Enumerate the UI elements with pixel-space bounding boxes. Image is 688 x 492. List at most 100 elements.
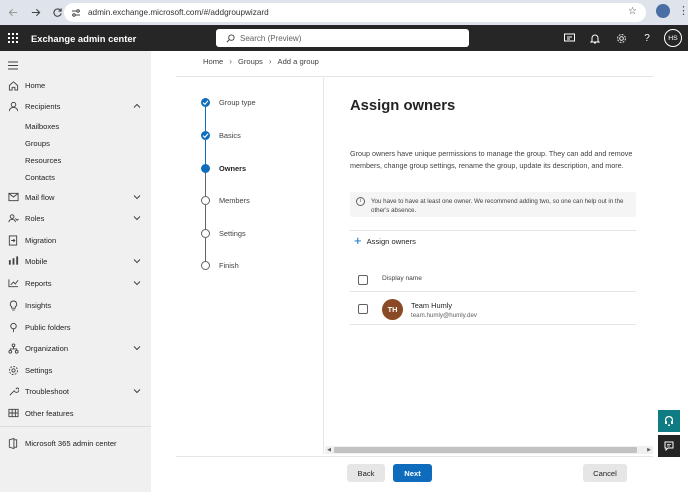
- help-icon[interactable]: ?: [634, 25, 660, 51]
- nav-label: Other features: [25, 408, 74, 418]
- settings-icon: [7, 364, 19, 376]
- step-members[interactable]: Members: [201, 196, 250, 205]
- settings-gear-icon[interactable]: [608, 25, 634, 51]
- scroll-right-icon[interactable]: ▶: [645, 446, 653, 454]
- checkmark-icon: [201, 131, 210, 140]
- step-owners[interactable]: Owners: [201, 164, 246, 173]
- step-basics[interactable]: Basics: [201, 131, 241, 140]
- person-icon: [7, 100, 19, 112]
- nav-item-recipients[interactable]: Recipients: [0, 97, 151, 115]
- back-arrow-icon[interactable]: [4, 4, 22, 22]
- insights-icon: [7, 299, 19, 311]
- select-all-checkbox[interactable]: [358, 275, 368, 285]
- feedback-icon[interactable]: [556, 25, 582, 51]
- nav-item-home[interactable]: Home: [0, 76, 151, 94]
- browser-menu-icon[interactable]: ⋮: [678, 4, 688, 18]
- folder-icon: [7, 321, 19, 333]
- nav-item-troubleshoot[interactable]: Troubleshoot: [0, 382, 151, 400]
- horizontal-scrollbar[interactable]: ◀ ▶: [325, 446, 653, 454]
- forward-arrow-icon[interactable]: [26, 4, 44, 22]
- step-finish[interactable]: Finish: [201, 261, 239, 270]
- reports-icon: [7, 277, 19, 289]
- step-settings[interactable]: Settings: [201, 229, 246, 238]
- nav-item-reports[interactable]: Reports: [0, 274, 151, 292]
- support-icon: [665, 416, 673, 426]
- roles-icon: [7, 212, 19, 224]
- step-dot-icon: [201, 229, 210, 238]
- assign-owners-button[interactable]: + Assign owners: [354, 233, 416, 248]
- bookmark-star-icon[interactable]: ☆: [628, 6, 637, 17]
- nav-label: Home: [25, 80, 46, 90]
- breadcrumb-divider: [176, 76, 653, 77]
- main-panel: Home › Groups › Add a group Group type B…: [151, 51, 688, 492]
- chat-icon: [664, 441, 674, 451]
- nav-item-organization[interactable]: Organization: [0, 339, 151, 357]
- chevron-down-icon: [133, 214, 141, 222]
- nav-item-migration[interactable]: Migration: [0, 231, 151, 249]
- app-launcher-icon[interactable]: [0, 25, 26, 51]
- nav-item-settings[interactable]: Settings: [0, 361, 151, 379]
- step-label: Finish: [219, 261, 239, 270]
- nav-label: Mobile: [25, 256, 48, 266]
- back-button[interactable]: Back: [347, 464, 385, 482]
- migration-icon: [7, 234, 19, 246]
- breadcrumb: Home › Groups › Add a group: [203, 57, 319, 66]
- nav-item-other-features[interactable]: Other features: [0, 404, 151, 422]
- add-icon: +: [354, 233, 362, 248]
- page-title: Assign owners: [350, 98, 456, 114]
- nav-item-public-folders[interactable]: Public folders: [0, 318, 151, 336]
- breadcrumb-home[interactable]: Home: [203, 57, 223, 66]
- chevron-down-icon: [133, 387, 141, 395]
- breadcrumb-groups[interactable]: Groups: [238, 57, 263, 66]
- organization-icon: [7, 342, 19, 354]
- hamburger-menu-icon[interactable]: [8, 57, 20, 70]
- url-text: admin.exchange.microsoft.com/#/addgroupw…: [88, 8, 269, 17]
- mail-flow-icon: [7, 191, 19, 203]
- nav-subitem-mailboxes[interactable]: Mailboxes: [25, 122, 59, 131]
- footer-divider: [176, 456, 653, 457]
- step-label: Owners: [219, 164, 247, 173]
- office-icon: [7, 437, 19, 449]
- user-avatar[interactable]: HS: [664, 29, 682, 47]
- support-assistant-button[interactable]: [658, 410, 680, 432]
- left-navigation: Home Recipients Mailboxes Groups Resourc…: [0, 51, 151, 492]
- chevron-down-icon: [133, 193, 141, 201]
- column-header-display-name[interactable]: Display name: [382, 275, 422, 282]
- step-group-type[interactable]: Group type: [201, 98, 256, 107]
- mobile-icon: [7, 255, 19, 267]
- nav-subitem-resources[interactable]: Resources: [25, 156, 61, 165]
- row-checkbox[interactable]: [358, 304, 368, 314]
- page-right-edge: [681, 51, 688, 492]
- next-button[interactable]: Next: [393, 464, 432, 482]
- owner-email: team.humly@humly.dev: [411, 312, 478, 319]
- breadcrumb-current: Add a group: [277, 57, 319, 66]
- notifications-bell-icon[interactable]: [582, 25, 608, 51]
- app-title[interactable]: Exchange admin center: [31, 33, 136, 44]
- nav-subitem-contacts[interactable]: Contacts: [25, 173, 55, 182]
- nav-item-mobile[interactable]: Mobile: [0, 252, 151, 270]
- chat-feedback-button[interactable]: [658, 435, 680, 457]
- search-input[interactable]: Search (Preview): [216, 29, 469, 47]
- nav-label: Recipients: [25, 101, 61, 111]
- step-label: Settings: [219, 229, 246, 238]
- info-message-text: You have to have at least one owner. We …: [371, 198, 624, 214]
- nav-divider: [0, 426, 151, 427]
- table-header-divider: [350, 291, 636, 292]
- cancel-button[interactable]: Cancel: [583, 464, 627, 482]
- home-icon: [7, 79, 19, 91]
- scroll-left-icon[interactable]: ◀: [325, 446, 333, 454]
- step-label: Members: [219, 196, 250, 205]
- address-bar[interactable]: admin.exchange.microsoft.com/#/addgroupw…: [64, 3, 646, 22]
- nav-item-insights[interactable]: Insights: [0, 296, 151, 314]
- nav-subitem-groups[interactable]: Groups: [25, 139, 50, 148]
- chevron-right-icon: ›: [268, 57, 272, 66]
- current-step-dot-icon: [201, 164, 210, 173]
- nav-item-mail-flow[interactable]: Mail flow: [0, 188, 151, 206]
- checkmark-icon: [201, 98, 210, 107]
- scrollbar-thumb[interactable]: [334, 447, 637, 453]
- profile-icon[interactable]: [656, 4, 670, 18]
- site-info-icon[interactable]: [70, 7, 82, 19]
- info-icon: i: [356, 197, 365, 206]
- nav-item-roles[interactable]: Roles: [0, 209, 151, 227]
- nav-item-m365-admin-center[interactable]: Microsoft 365 admin center: [0, 434, 151, 452]
